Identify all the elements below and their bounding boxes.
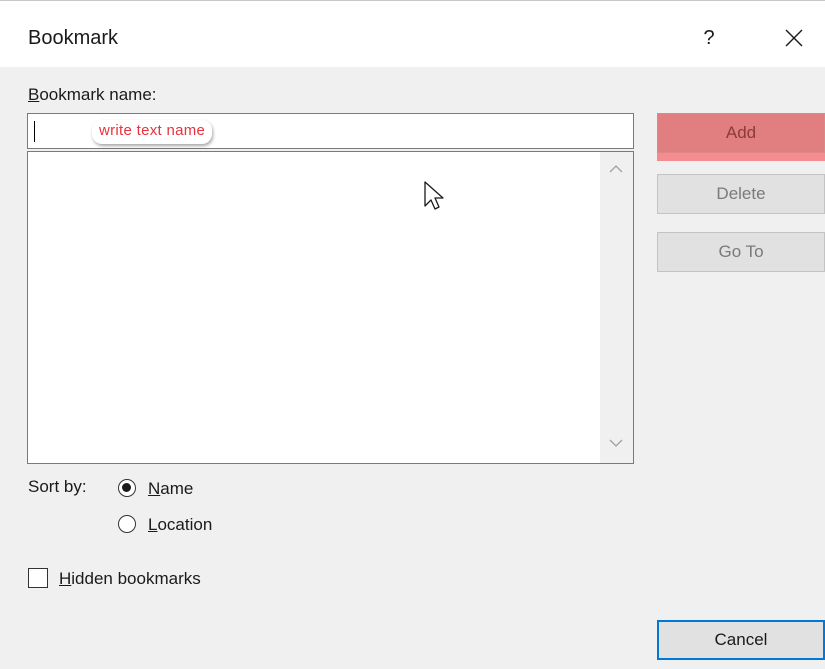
- highlight-marker: [657, 153, 825, 161]
- chevron-down-icon[interactable]: [608, 438, 624, 448]
- go-to-button[interactable]: Go To: [657, 232, 825, 272]
- sort-name-label[interactable]: Name: [148, 479, 193, 499]
- close-icon: [785, 29, 803, 47]
- bookmark-dialog: Bookmark ? Bookmark name: write text nam…: [0, 0, 825, 669]
- sort-location-radio[interactable]: [118, 515, 136, 533]
- chevron-up-icon[interactable]: [608, 164, 624, 174]
- help-button[interactable]: ?: [694, 21, 724, 55]
- add-button[interactable]: Add: [657, 113, 825, 153]
- close-button[interactable]: [775, 21, 815, 55]
- radio-selected-dot: [122, 483, 131, 492]
- bookmark-name-label: Bookmark name:: [28, 85, 157, 104]
- sort-location-label[interactable]: Location: [148, 515, 212, 535]
- bookmark-list[interactable]: [27, 151, 634, 464]
- mouse-pointer-icon: [424, 181, 444, 210]
- title-bar: Bookmark ?: [0, 1, 825, 67]
- sort-name-radio[interactable]: [118, 479, 136, 497]
- hidden-bookmarks-label[interactable]: Hidden bookmarks: [59, 569, 201, 589]
- hidden-bookmarks-checkbox[interactable]: [28, 568, 48, 588]
- delete-button[interactable]: Delete: [657, 174, 825, 214]
- text-caret: [34, 121, 35, 142]
- dialog-title: Bookmark: [28, 27, 119, 49]
- sort-by-label: Sort by:: [28, 477, 87, 496]
- list-scrollbar[interactable]: [600, 152, 633, 463]
- cancel-button[interactable]: Cancel: [657, 620, 825, 660]
- annotation-callout: write text name: [92, 120, 213, 144]
